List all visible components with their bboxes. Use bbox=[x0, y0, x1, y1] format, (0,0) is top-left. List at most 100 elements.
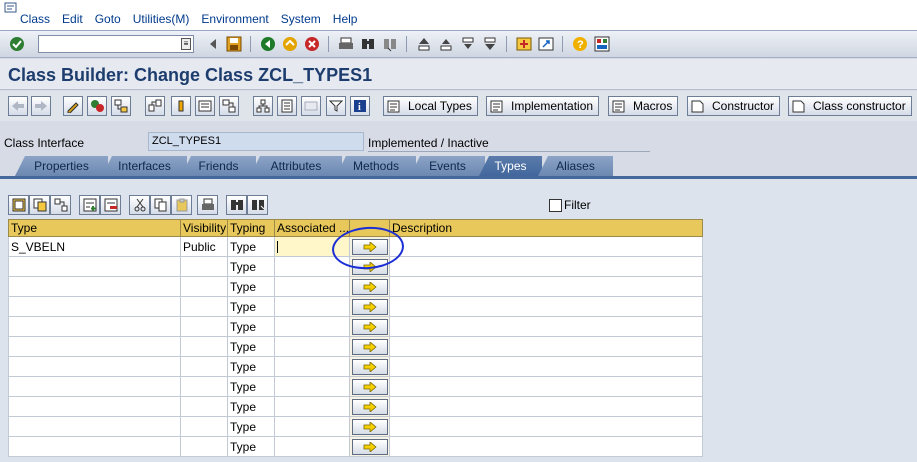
visibility-cell[interactable]: Public bbox=[180, 236, 228, 257]
activate-icon[interactable] bbox=[87, 96, 107, 116]
filter-checkbox-group[interactable]: Filter bbox=[549, 198, 591, 212]
direct-type-entry-button[interactable] bbox=[351, 318, 388, 335]
tab-properties[interactable]: Properties bbox=[15, 156, 108, 176]
description-cell[interactable] bbox=[389, 416, 703, 437]
column-header-associated[interactable]: Associated ... bbox=[274, 219, 350, 237]
hierarchy-icon[interactable] bbox=[111, 96, 131, 116]
type-cell[interactable] bbox=[8, 316, 181, 337]
where-used-icon[interactable] bbox=[145, 96, 165, 116]
direct-type-entry-button[interactable] bbox=[351, 238, 388, 255]
find-list-icon[interactable] bbox=[226, 195, 247, 215]
visibility-cell[interactable] bbox=[180, 256, 228, 277]
menu-goto[interactable]: Goto bbox=[95, 12, 121, 26]
filter-icon[interactable] bbox=[326, 96, 346, 116]
direct-type-entry-button[interactable] bbox=[351, 338, 388, 355]
command-field[interactable]: ≡ bbox=[38, 35, 194, 53]
type-cell[interactable] bbox=[8, 336, 181, 357]
enter-check-icon[interactable] bbox=[8, 35, 26, 53]
typing-cell[interactable]: Type bbox=[227, 276, 275, 297]
typing-cell[interactable]: Type bbox=[227, 236, 275, 257]
previous-page-icon[interactable] bbox=[437, 35, 455, 53]
associated-type-cell[interactable] bbox=[274, 416, 350, 437]
delete-row-icon[interactable] bbox=[100, 195, 121, 215]
type-cell[interactable]: S_VBELN bbox=[8, 236, 181, 257]
direct-type-entry-button[interactable] bbox=[351, 438, 388, 455]
back-icon[interactable] bbox=[259, 35, 277, 53]
associated-type-cell[interactable] bbox=[274, 436, 350, 457]
type-cell[interactable] bbox=[8, 256, 181, 277]
new-session-icon[interactable] bbox=[515, 35, 533, 53]
disabled-field-icon[interactable] bbox=[301, 96, 321, 116]
exit-icon[interactable] bbox=[281, 35, 299, 53]
detail-view-icon[interactable] bbox=[8, 195, 29, 215]
implementation-button[interactable]: Implementation bbox=[486, 96, 600, 116]
filter-checkbox[interactable] bbox=[549, 198, 562, 212]
type-cell[interactable] bbox=[8, 416, 181, 437]
find-next-icon[interactable] bbox=[381, 35, 399, 53]
tab-attributes[interactable]: Attributes bbox=[250, 156, 342, 176]
type-cell[interactable] bbox=[8, 376, 181, 397]
type-cell[interactable] bbox=[8, 276, 181, 297]
print-list-icon[interactable] bbox=[197, 195, 218, 215]
insert-row-icon[interactable] bbox=[79, 195, 100, 215]
description-cell[interactable] bbox=[389, 336, 703, 357]
direct-type-entry-button[interactable] bbox=[351, 398, 388, 415]
information-icon[interactable]: i bbox=[350, 96, 370, 116]
type-cell[interactable] bbox=[8, 296, 181, 317]
associated-type-cell[interactable] bbox=[274, 336, 350, 357]
macros-button[interactable]: Macros bbox=[608, 96, 679, 116]
paste-icon[interactable] bbox=[171, 195, 192, 215]
typing-cell[interactable]: Type bbox=[227, 376, 275, 397]
tab-events[interactable]: Events bbox=[410, 156, 485, 176]
tab-friends[interactable]: Friends bbox=[181, 156, 256, 176]
direct-type-entry-button[interactable] bbox=[351, 298, 388, 315]
save-icon[interactable] bbox=[225, 35, 243, 53]
direct-type-entry-button[interactable] bbox=[351, 258, 388, 275]
typing-cell[interactable]: Type bbox=[227, 316, 275, 337]
column-header-visibility[interactable]: Visibility bbox=[180, 219, 228, 237]
next-page-icon[interactable] bbox=[459, 35, 477, 53]
find-icon[interactable] bbox=[359, 35, 377, 53]
direct-type-entry-button[interactable] bbox=[351, 418, 388, 435]
visibility-cell[interactable] bbox=[180, 416, 228, 437]
navigate-icon[interactable] bbox=[50, 195, 71, 215]
tab-types[interactable]: Types bbox=[479, 156, 542, 176]
typing-cell[interactable]: Type bbox=[227, 256, 275, 277]
info-marker-icon[interactable] bbox=[171, 96, 191, 116]
find-next-list-icon[interactable] bbox=[247, 195, 268, 215]
description-cell[interactable] bbox=[389, 316, 703, 337]
typing-cell[interactable]: Type bbox=[227, 356, 275, 377]
visibility-cell[interactable] bbox=[180, 376, 228, 397]
description-cell[interactable] bbox=[389, 236, 703, 257]
arrow-left-icon[interactable] bbox=[8, 96, 28, 116]
associated-type-cell[interactable] bbox=[274, 356, 350, 377]
type-cell[interactable] bbox=[8, 396, 181, 417]
visibility-cell[interactable] bbox=[180, 316, 228, 337]
first-page-icon[interactable] bbox=[415, 35, 433, 53]
create-shortcut-icon[interactable] bbox=[537, 35, 555, 53]
visibility-cell[interactable] bbox=[180, 436, 228, 457]
tab-methods[interactable]: Methods bbox=[336, 156, 416, 176]
typing-cell[interactable]: Type bbox=[227, 396, 275, 417]
type-cell[interactable] bbox=[8, 436, 181, 457]
typing-cell[interactable]: Type bbox=[227, 336, 275, 357]
associated-type-cell[interactable] bbox=[274, 256, 350, 277]
local-types-button[interactable]: Local Types bbox=[383, 96, 478, 116]
visibility-cell[interactable] bbox=[180, 276, 228, 297]
menu-system[interactable]: System bbox=[281, 12, 321, 26]
tab-aliases[interactable]: Aliases bbox=[538, 156, 613, 176]
last-page-icon[interactable] bbox=[481, 35, 499, 53]
document-icon[interactable] bbox=[277, 96, 297, 116]
typing-cell[interactable]: Type bbox=[227, 296, 275, 317]
print-icon[interactable] bbox=[337, 35, 355, 53]
cut-icon[interactable] bbox=[129, 195, 150, 215]
visibility-cell[interactable] bbox=[180, 356, 228, 377]
description-cell[interactable] bbox=[389, 276, 703, 297]
column-header-typing[interactable]: Typing bbox=[227, 219, 275, 237]
associated-type-cell[interactable] bbox=[274, 236, 350, 257]
column-header-description[interactable]: Description bbox=[389, 219, 703, 237]
cancel-icon[interactable] bbox=[303, 35, 321, 53]
object-list-icon[interactable] bbox=[195, 96, 215, 116]
column-header-type[interactable]: Type bbox=[8, 219, 181, 237]
associated-type-cell[interactable] bbox=[274, 376, 350, 397]
